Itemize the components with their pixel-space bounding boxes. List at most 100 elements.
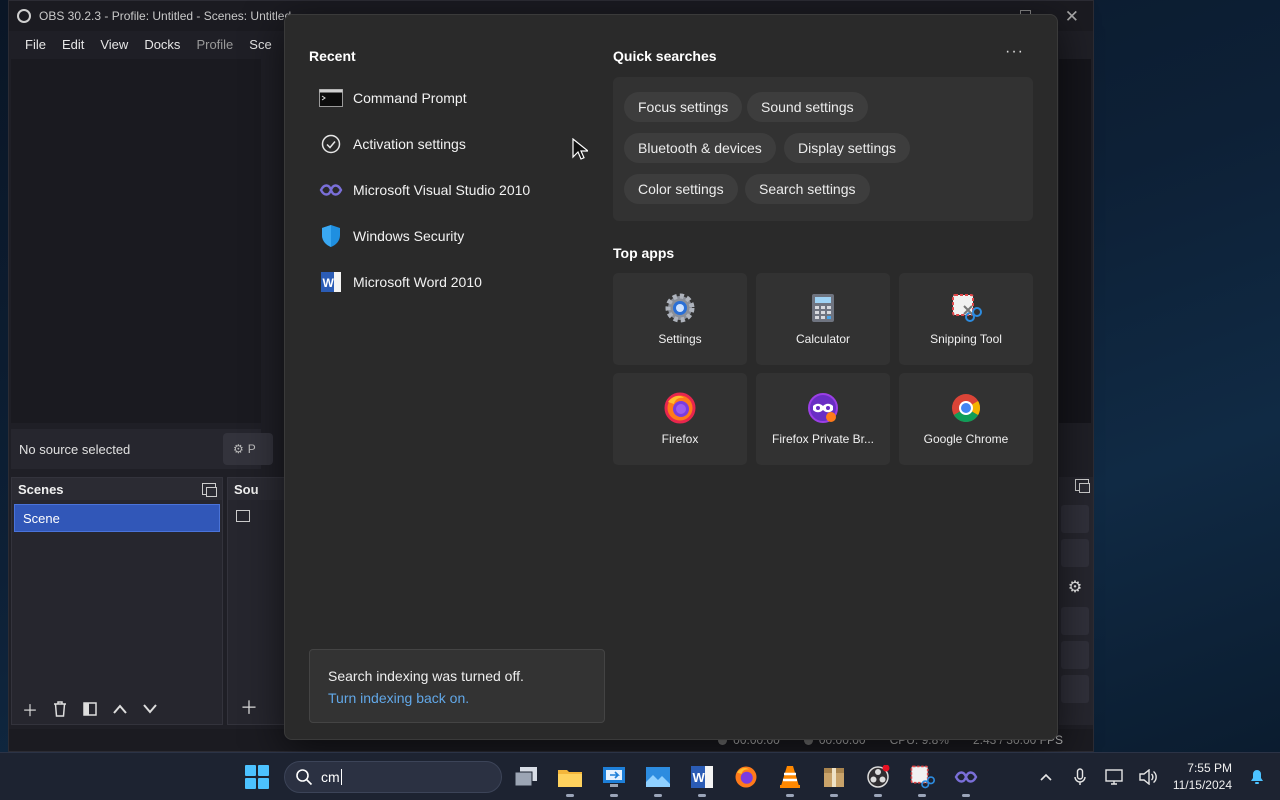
microphone-icon[interactable] — [1071, 768, 1089, 786]
more-options-icon[interactable]: ··· — [1005, 43, 1024, 61]
menu-edit[interactable]: Edit — [54, 37, 92, 52]
file-explorer-icon[interactable] — [556, 763, 584, 797]
search-query[interactable]: cm — [321, 769, 340, 785]
clock-time: 7:55 PM — [1187, 761, 1232, 775]
filter-icon[interactable] — [78, 698, 102, 720]
sources-title: Sou — [234, 481, 259, 497]
recent-item-visual-studio[interactable]: Microsoft Visual Studio 2010 — [309, 167, 589, 213]
svg-text:W: W — [693, 770, 706, 785]
properties-button[interactable]: ⚙ P — [223, 433, 273, 465]
recent-title: Recent — [309, 48, 356, 64]
scenes-header: Scenes — [12, 478, 222, 500]
app-tile-firefox-private[interactable]: Firefox Private Br... — [756, 373, 890, 465]
recent-label: Microsoft Visual Studio 2010 — [353, 182, 531, 198]
clock-date: 11/15/2024 — [1172, 778, 1232, 792]
visual-studio-taskbar-icon[interactable] — [952, 763, 980, 797]
menu-view[interactable]: View — [92, 37, 136, 52]
start-button[interactable] — [245, 765, 269, 789]
close-icon[interactable]: ✕ — [1065, 7, 1079, 27]
add-scene-icon[interactable]: ＋ — [18, 698, 42, 720]
app-tile-firefox[interactable]: Firefox — [613, 373, 747, 465]
chip-focus-settings[interactable]: Focus settings — [624, 92, 743, 122]
quick-searches-title: Quick searches — [613, 48, 717, 64]
running-indicator — [698, 794, 706, 797]
control-button[interactable] — [1061, 539, 1089, 567]
taskbar-search[interactable]: cm — [284, 761, 502, 793]
clock[interactable]: 7:55 PM 11/15/2024 — [1173, 760, 1232, 794]
recent-label: Windows Security — [353, 228, 465, 244]
obs-taskbar-icon[interactable] — [864, 763, 892, 797]
app-tile-calculator[interactable]: Calculator — [756, 273, 890, 365]
word-icon: W — [319, 270, 343, 294]
recent-item-windows-security[interactable]: Windows Security — [309, 213, 589, 259]
svg-text:W: W — [323, 276, 335, 290]
control-button[interactable] — [1061, 505, 1089, 533]
search-icon — [296, 769, 313, 786]
settings-button[interactable]: ⚙ — [1061, 573, 1089, 601]
app-label: Calculator — [795, 332, 851, 346]
photos-icon[interactable] — [644, 763, 672, 797]
menu-docks[interactable]: Docks — [136, 37, 188, 52]
calculator-icon — [807, 292, 839, 324]
chip-search-settings[interactable]: Search settings — [745, 174, 870, 204]
recent-item-word[interactable]: W Microsoft Word 2010 — [309, 259, 589, 305]
chevron-up-icon[interactable] — [1037, 768, 1055, 786]
sources-header: Sou — [228, 478, 292, 500]
visual-studio-icon — [319, 178, 343, 202]
control-button[interactable] — [1061, 641, 1089, 669]
menu-scene-collection[interactable]: Sce — [241, 37, 279, 52]
running-indicator — [918, 794, 926, 797]
snipping-tool-taskbar-icon[interactable] — [908, 763, 936, 797]
chip-bluetooth-devices[interactable]: Bluetooth & devices — [624, 133, 776, 163]
menu-file[interactable]: File — [17, 37, 54, 52]
notification-bell-icon[interactable] — [1248, 768, 1266, 786]
running-indicator — [610, 794, 618, 797]
chip-color-settings[interactable]: Color settings — [624, 174, 738, 204]
running-indicator — [874, 794, 882, 797]
move-up-icon[interactable] — [108, 698, 132, 720]
running-indicator — [654, 794, 662, 797]
chrome-icon — [950, 392, 982, 424]
control-button[interactable] — [1061, 675, 1089, 703]
search-flyout: Recent Command Prompt Activation setting… — [284, 14, 1058, 740]
firefox-private-icon — [807, 392, 839, 424]
taskbar: cm W 7:55 PM 11/15/2024 — [0, 752, 1280, 800]
undock-icon[interactable] — [1075, 479, 1090, 493]
scenes-toolbar: ＋ — [12, 694, 222, 724]
control-button[interactable] — [1061, 607, 1089, 635]
scene-list-item[interactable]: Scene — [14, 504, 220, 532]
running-indicator — [962, 794, 970, 797]
volume-icon[interactable] — [1139, 768, 1157, 786]
chip-display-settings[interactable]: Display settings — [784, 133, 911, 163]
settings-gear-icon — [664, 292, 696, 324]
turn-indexing-on-link[interactable]: Turn indexing back on. — [328, 690, 604, 706]
vlc-icon[interactable] — [776, 763, 804, 797]
app-tile-snipping-tool[interactable]: Snipping Tool — [899, 273, 1033, 365]
app-tile-chrome[interactable]: Google Chrome — [899, 373, 1033, 465]
recent-item-command-prompt[interactable]: Command Prompt — [309, 75, 589, 121]
scenes-title: Scenes — [18, 481, 64, 497]
move-down-icon[interactable] — [138, 698, 162, 720]
scenes-dock: Scenes Scene ＋ — [11, 477, 223, 725]
network-icon[interactable] — [1105, 768, 1123, 786]
firefox-taskbar-icon[interactable] — [732, 763, 760, 791]
recent-item-activation-settings[interactable]: Activation settings — [309, 121, 589, 167]
display-source-icon — [236, 510, 250, 522]
archive-app-icon[interactable] — [820, 763, 848, 797]
add-source-icon[interactable]: ＋ — [240, 694, 258, 720]
indexing-message: Search indexing was turned off. — [328, 668, 524, 684]
word-taskbar-icon[interactable]: W — [688, 763, 716, 797]
task-view-icon[interactable] — [512, 763, 540, 791]
running-indicator — [786, 794, 794, 797]
app-label: Firefox Private Br... — [771, 432, 875, 446]
indexing-notice: Search indexing was turned off. Turn ind… — [309, 649, 605, 723]
trash-icon[interactable] — [48, 698, 72, 720]
menu-profile[interactable]: Profile — [188, 37, 241, 52]
undock-icon[interactable] — [202, 483, 217, 497]
remote-desktop-icon[interactable] — [600, 763, 628, 797]
app-tile-settings[interactable]: Settings — [613, 273, 747, 365]
chip-sound-settings[interactable]: Sound settings — [747, 92, 868, 122]
no-source-label: No source selected — [19, 441, 131, 457]
obs-menubar: File Edit View Docks Profile Sce — [9, 31, 280, 57]
shield-icon — [319, 224, 343, 248]
